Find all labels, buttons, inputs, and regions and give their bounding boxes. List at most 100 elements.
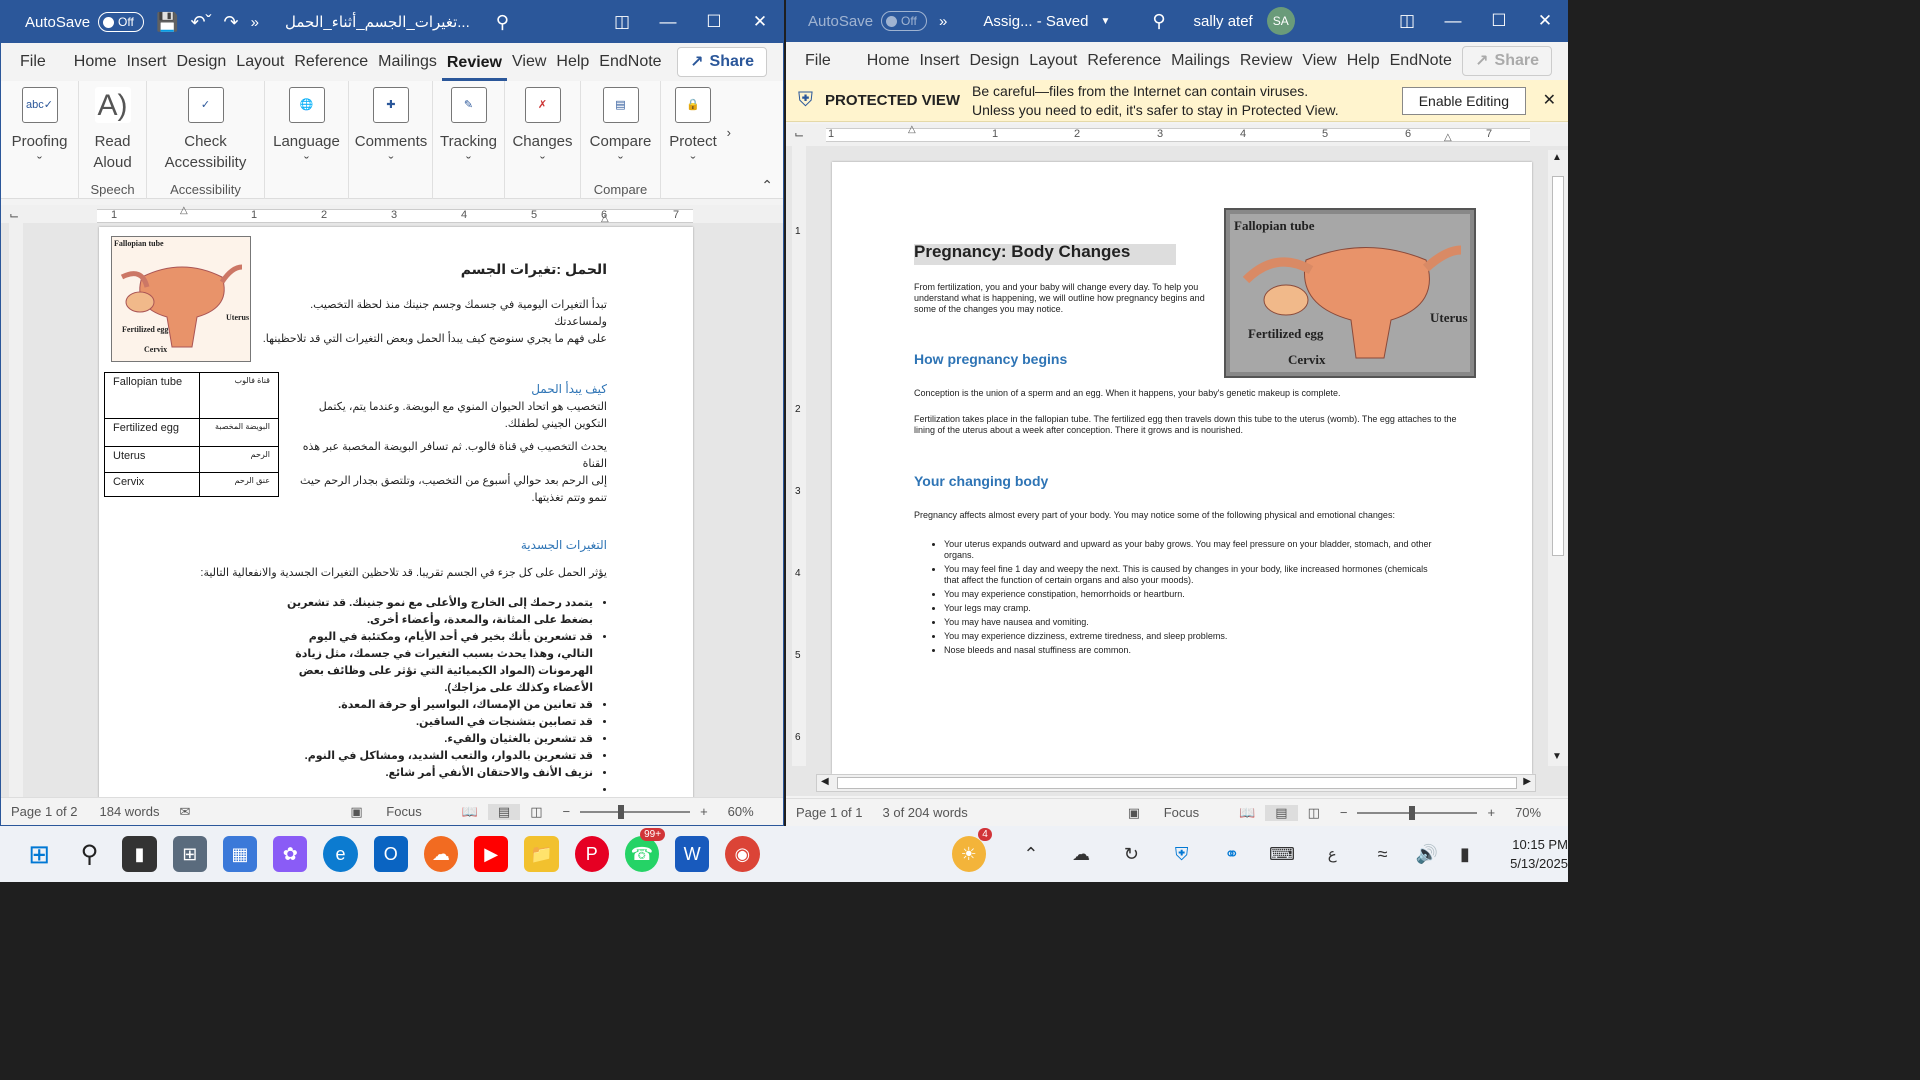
indent-marker-icon[interactable]: △ xyxy=(908,124,916,135)
scroll-right-icon[interactable]: ▶ xyxy=(1523,776,1531,787)
tab-help[interactable]: Help xyxy=(1342,42,1385,80)
share-button[interactable]: ↗ Share xyxy=(677,47,767,77)
tab-selector-icon[interactable]: ⌙ xyxy=(9,208,19,222)
proofing-button[interactable]: abc✓ Proofing ˇ xyxy=(1,81,78,199)
tab-design[interactable]: Design xyxy=(171,43,231,81)
language-button[interactable]: 🌐 Language ˇ xyxy=(265,81,348,199)
task-view-icon[interactable]: ▮ xyxy=(122,836,157,872)
restore-ribbon-icon[interactable]: ◫ xyxy=(599,1,645,43)
tab-file[interactable]: File xyxy=(15,43,51,81)
tab-selector-icon[interactable]: ⌙ xyxy=(794,127,804,141)
edge-icon[interactable]: e xyxy=(323,836,358,872)
print-layout-icon[interactable]: ▤ xyxy=(487,803,521,820)
indent-marker-icon[interactable]: △ xyxy=(180,205,188,216)
right-page[interactable]: Pregnancy: Body Changes From fertilizati… xyxy=(832,162,1532,774)
zoom-slider[interactable] xyxy=(1357,805,1478,820)
maximize-button[interactable]: ☐ xyxy=(691,1,737,43)
onedrive-icon[interactable]: ☁ xyxy=(1064,836,1098,872)
battery-icon[interactable]: ▮ xyxy=(1448,836,1482,872)
copilot-icon[interactable]: ✿ xyxy=(273,836,308,872)
sync-icon[interactable]: ↻ xyxy=(1114,836,1148,872)
title-dropdown-icon[interactable]: ▼ xyxy=(1094,0,1116,42)
zoom-in-icon[interactable]: + xyxy=(1477,805,1505,820)
page-count[interactable]: Page 1 of 2 xyxy=(1,804,88,819)
horizontal-scrollbar[interactable]: ◀ ▶ xyxy=(816,774,1536,792)
tab-endnote[interactable]: EndNote xyxy=(1385,42,1457,80)
autosave[interactable]: AutoSave Off xyxy=(1,1,150,43)
store-icon[interactable]: ▦ xyxy=(222,836,258,872)
left-page[interactable]: Fallopian tube Fertilized egg Cervix Ute… xyxy=(99,227,693,807)
tab-layout[interactable]: Layout xyxy=(1024,42,1082,80)
document-title[interactable]: تغيرات_الجسم_أثناء_الحمل... xyxy=(265,1,476,43)
redo-icon[interactable]: ↷ xyxy=(218,1,245,43)
more-commands-icon[interactable]: » xyxy=(933,0,953,42)
ribbon-scroll-icon[interactable]: › xyxy=(727,125,731,140)
defender-icon[interactable]: ⛨ xyxy=(1164,836,1198,872)
vertical-scrollbar[interactable]: ▲ ▼ xyxy=(1548,150,1568,766)
tab-design[interactable]: Design xyxy=(964,42,1024,80)
pinterest-icon[interactable]: P xyxy=(574,836,609,872)
focus-button[interactable]: ▣ Focus xyxy=(330,804,441,820)
page-count[interactable]: Page 1 of 1 xyxy=(786,805,873,820)
user-name[interactable]: sally atef xyxy=(1188,0,1259,42)
tab-insert[interactable]: Insert xyxy=(121,43,171,81)
tab-review[interactable]: Review xyxy=(441,47,507,81)
volume-icon[interactable]: 🔊 xyxy=(1410,836,1444,872)
undo-icon[interactable]: ↶ˇ xyxy=(184,1,217,43)
close-button[interactable]: ✕ xyxy=(737,1,783,43)
autosave-toggle[interactable]: Off xyxy=(881,11,928,31)
web-layout-icon[interactable]: ◫ xyxy=(520,804,552,820)
tab-references[interactable]: Reference xyxy=(1082,42,1166,80)
whatsapp-icon[interactable]: ☎ 99+ xyxy=(624,828,666,872)
minimize-button[interactable]: — xyxy=(1430,0,1476,42)
focus-button[interactable]: ▣ Focus xyxy=(1108,805,1219,821)
word-count[interactable]: 184 words xyxy=(88,804,170,819)
restore-ribbon-icon[interactable]: ◫ xyxy=(1384,0,1430,42)
bluetooth-icon[interactable]: ⚭ xyxy=(1215,836,1249,872)
soundcloud-icon[interactable]: ☁ xyxy=(423,836,459,872)
hscroll-thumb[interactable] xyxy=(837,777,1517,789)
read-mode-icon[interactable]: 📖 xyxy=(452,804,488,820)
tab-mailings[interactable]: Mailings xyxy=(373,43,442,81)
zoom-slider[interactable] xyxy=(580,804,691,819)
file-explorer-icon[interactable]: 📁 xyxy=(524,836,559,872)
document-title[interactable]: Assig... - Saved xyxy=(953,0,1094,42)
comments-button[interactable]: ✚ Comments ˇ xyxy=(349,81,433,199)
tab-file[interactable]: File xyxy=(800,42,836,80)
tab-insert[interactable]: Insert xyxy=(914,42,964,80)
print-layout-icon[interactable]: ▤ xyxy=(1265,804,1298,821)
search-icon[interactable]: ⚲ xyxy=(1146,0,1171,42)
tab-home[interactable]: Home xyxy=(69,43,122,81)
autosave-toggle[interactable]: Off xyxy=(98,12,145,32)
zoom-level[interactable]: 70% xyxy=(1505,805,1551,820)
zoom-level[interactable]: 60% xyxy=(718,804,764,819)
tab-references[interactable]: Reference xyxy=(289,43,373,81)
avatar[interactable]: SA xyxy=(1266,7,1295,35)
windows-start-icon[interactable]: ⊞ xyxy=(22,836,56,872)
language-indicator[interactable]: ع xyxy=(1315,836,1349,872)
minimize-button[interactable]: — xyxy=(645,1,691,43)
maximize-button[interactable]: ☐ xyxy=(1476,0,1522,42)
more-commands-icon[interactable]: » xyxy=(245,1,265,43)
tab-view[interactable]: View xyxy=(507,43,551,81)
tab-review[interactable]: Review xyxy=(1235,42,1297,80)
word-icon[interactable]: W xyxy=(675,836,710,872)
save-icon[interactable]: 💾 xyxy=(150,1,184,43)
proofing-status-icon[interactable]: ✉ xyxy=(169,804,200,820)
changes-button[interactable]: ✗ Changes ˇ xyxy=(505,81,580,199)
calculator-icon[interactable]: ⊞ xyxy=(172,836,207,872)
scroll-down-icon[interactable]: ▼ xyxy=(1552,751,1562,762)
tab-home[interactable]: Home xyxy=(862,42,915,80)
tab-endnote[interactable]: EndNote xyxy=(594,43,666,81)
right-indent-marker-icon[interactable]: △ xyxy=(1444,132,1452,143)
chrome-icon[interactable]: ◉ xyxy=(725,836,760,872)
close-button[interactable]: ✕ xyxy=(1522,0,1568,42)
tab-help[interactable]: Help xyxy=(551,43,594,81)
zoom-out-icon[interactable]: − xyxy=(1330,805,1358,820)
clock[interactable]: 10:15 PM 5/13/2025 xyxy=(1510,835,1568,873)
share-button[interactable]: ↗ Share xyxy=(1462,46,1552,76)
search-icon[interactable]: ⚲ xyxy=(72,836,106,872)
tab-layout[interactable]: Layout xyxy=(231,43,289,81)
collapse-ribbon-icon[interactable]: ⌃ xyxy=(761,177,773,194)
chevron-up-icon[interactable]: ⌃ xyxy=(1014,836,1048,872)
